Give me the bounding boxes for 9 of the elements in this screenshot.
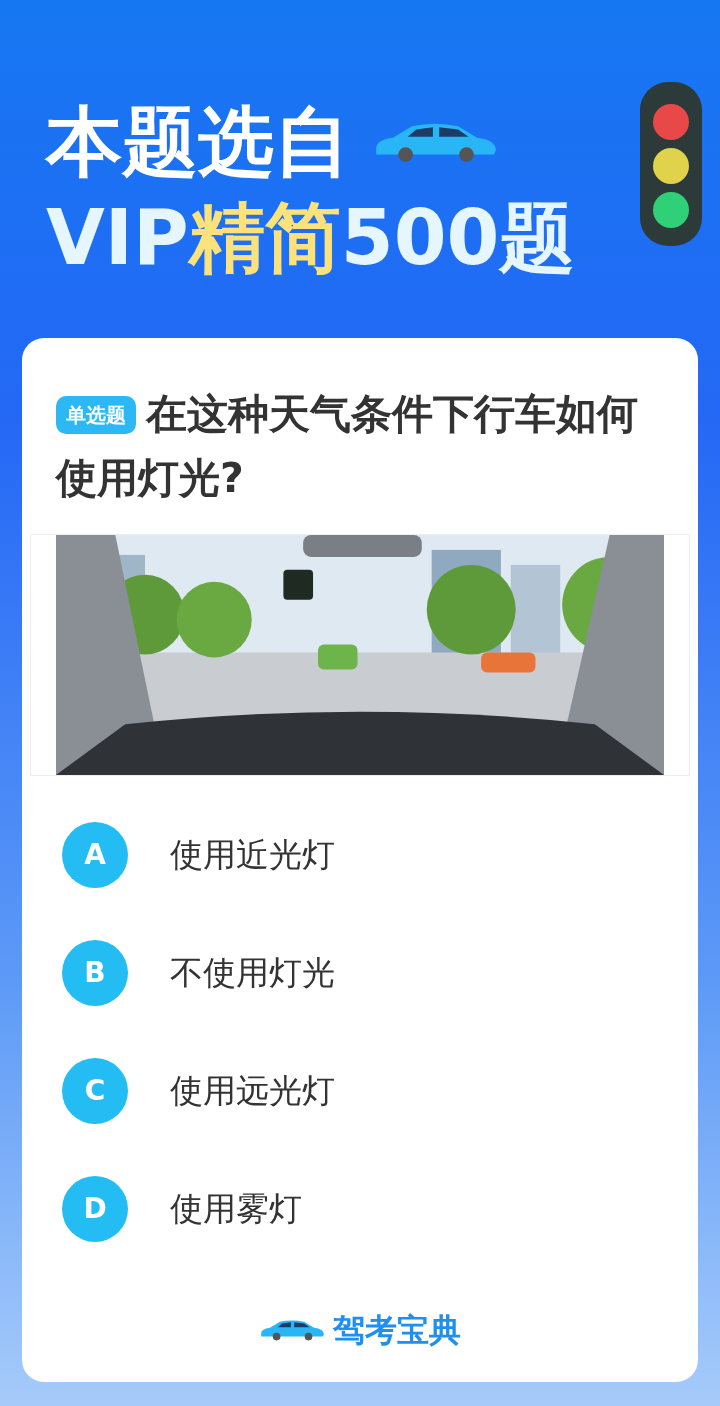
question-type-badge: 单选题: [56, 396, 136, 434]
option-text[interactable]: 不使用灯光: [170, 948, 335, 998]
option-text[interactable]: 使用远光灯: [170, 1066, 335, 1116]
banner-subtitle: VIP精简500题: [46, 192, 577, 284]
banner-title: 本题选自: [46, 96, 350, 188]
option-text[interactable]: 使用雾灯: [170, 1184, 302, 1234]
option-text[interactable]: 使用近光灯: [170, 830, 335, 880]
question-text: 单选题 在这种天气条件下行车如何使用灯光?: [56, 389, 639, 504]
brand-name: 驾考宝典: [333, 1310, 461, 1351]
